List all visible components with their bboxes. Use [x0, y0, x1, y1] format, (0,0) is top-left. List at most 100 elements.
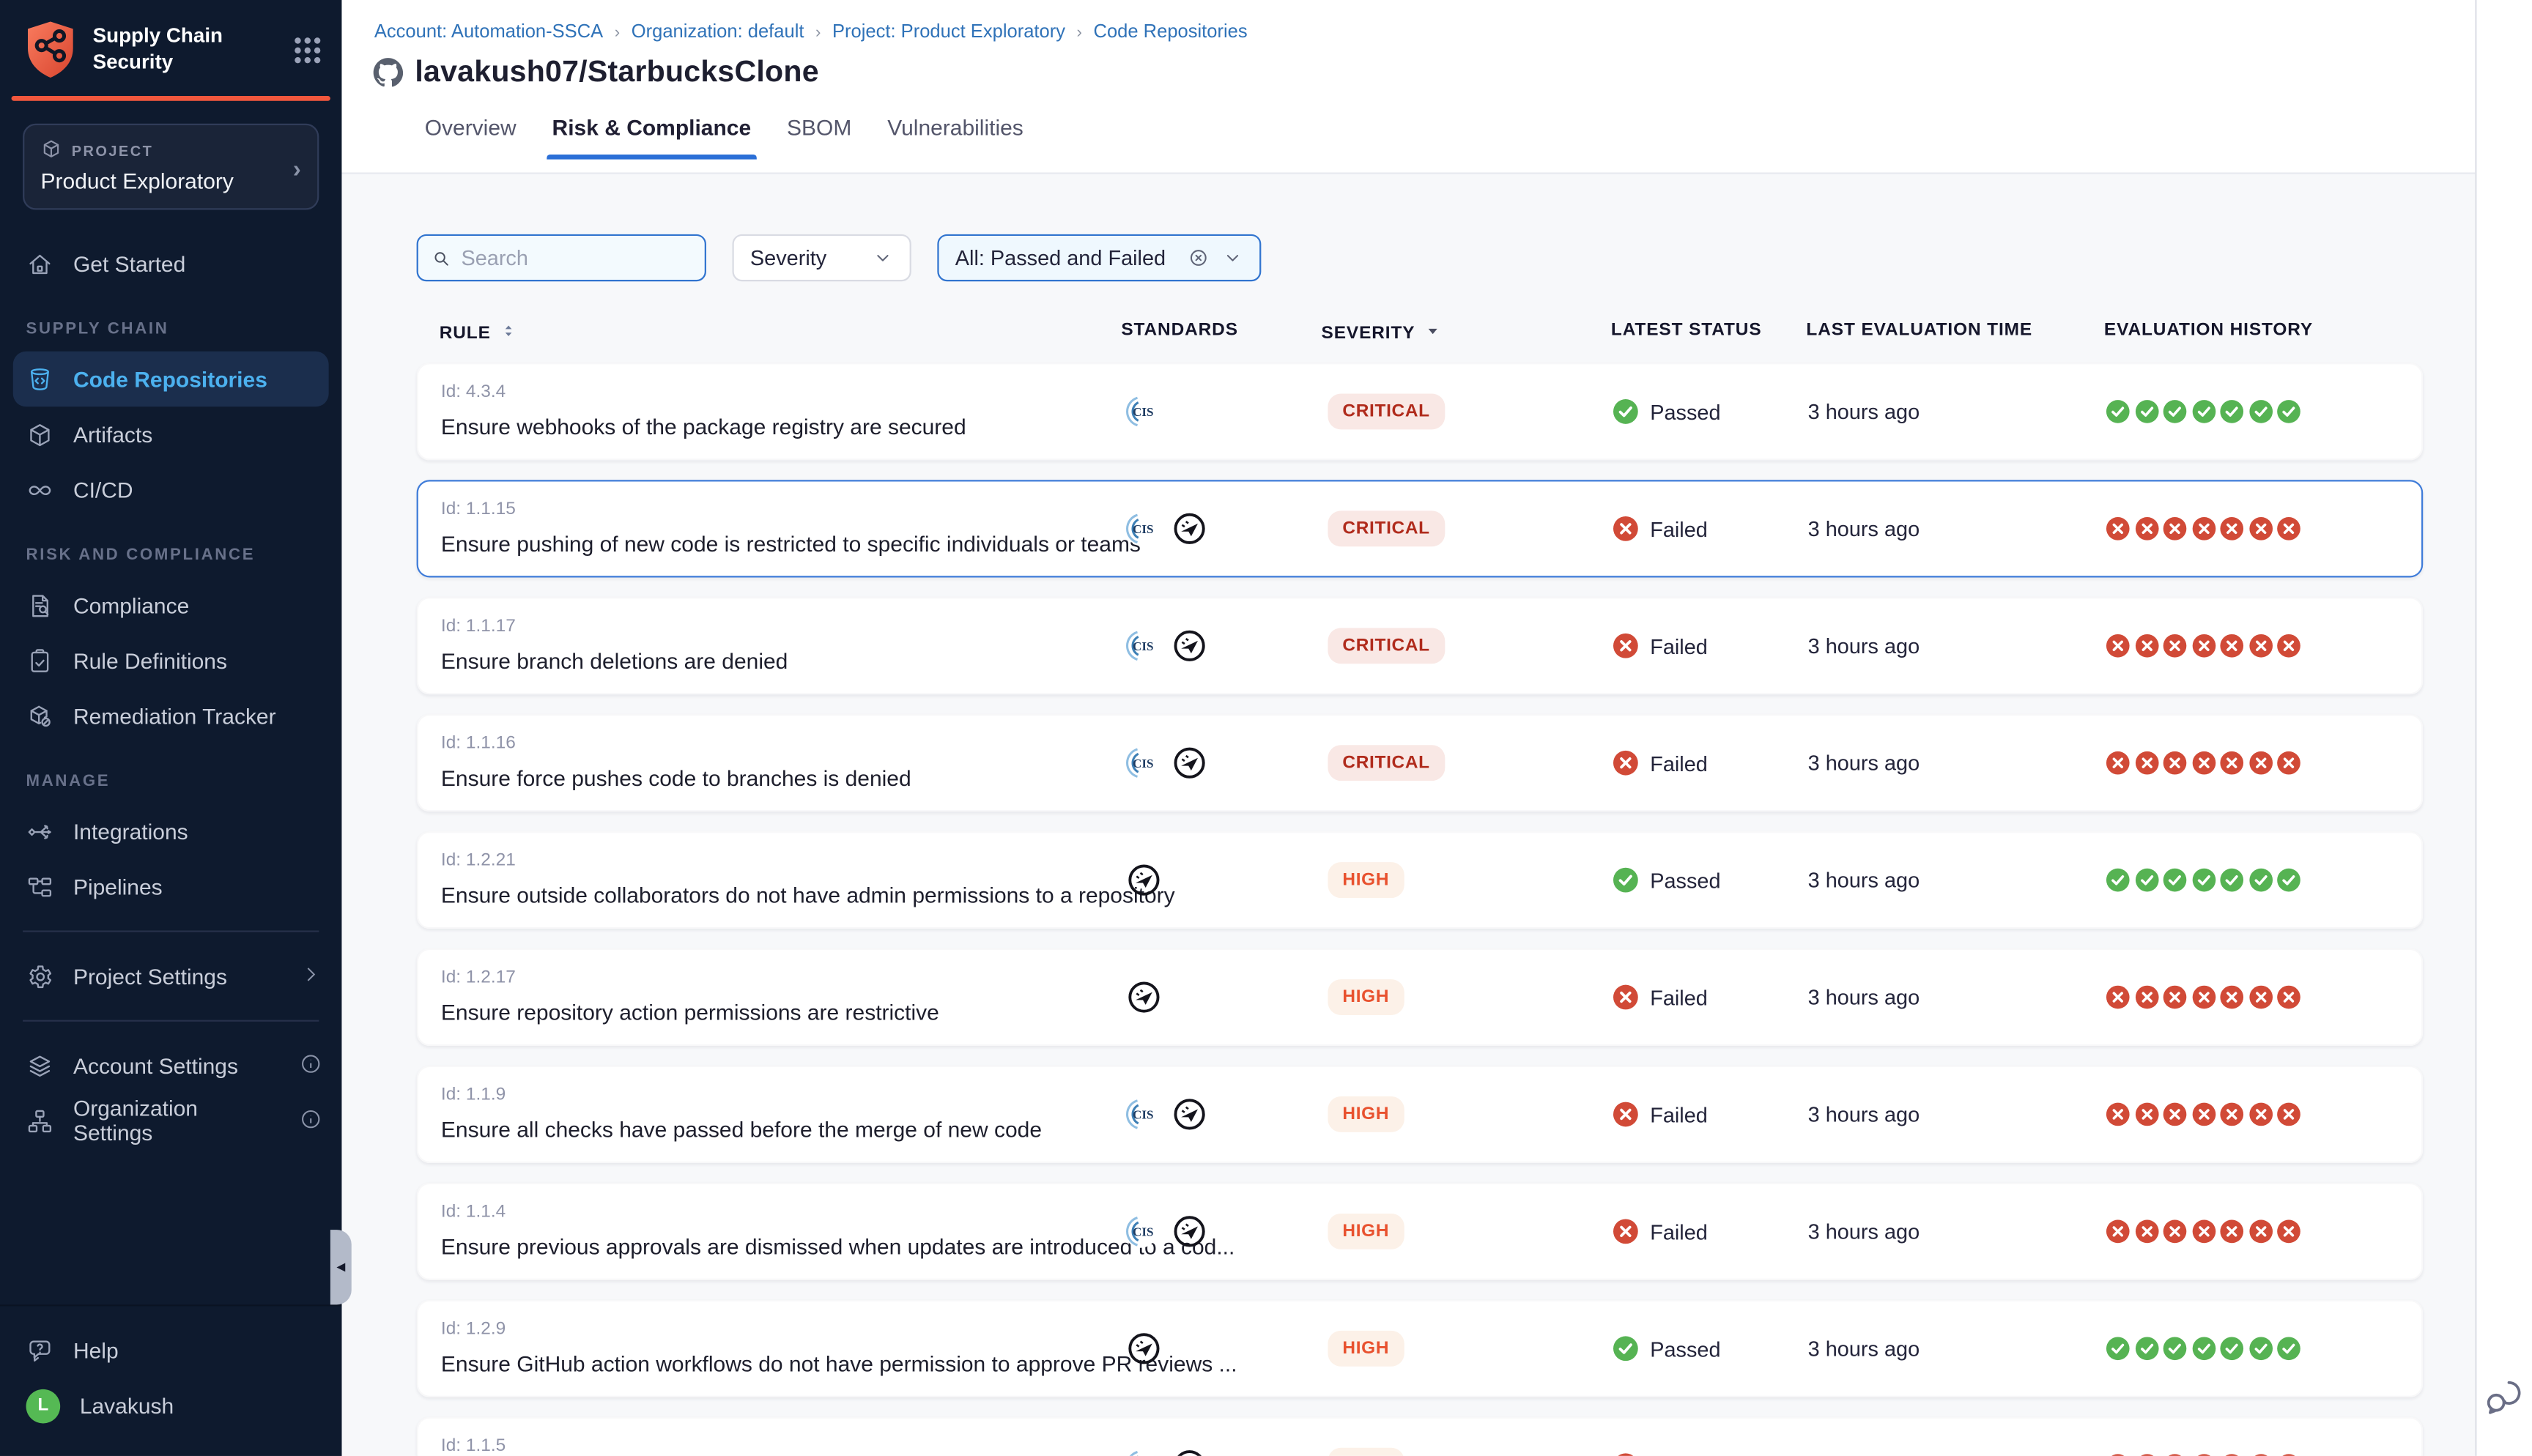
- sidebar-item-project-settings[interactable]: Project Settings: [0, 948, 341, 1004]
- sidebar-item-integrations[interactable]: Integrations: [0, 803, 341, 859]
- breadcrumb-separator-icon: ›: [615, 23, 620, 41]
- app-switcher-icon[interactable]: [293, 35, 322, 64]
- last-evaluation-time: 3 hours ago: [1808, 868, 1920, 892]
- sidebar-item-remediation-tracker[interactable]: Remediation Tracker: [0, 688, 341, 744]
- breadcrumb-link[interactable]: Account: Automation-SSCA: [374, 23, 603, 42]
- sidebar-divider: [23, 1020, 319, 1022]
- tab-risk-compliance[interactable]: Risk & Compliance: [534, 105, 769, 159]
- column-header-standards: STANDARDS: [1121, 321, 1238, 341]
- table-row[interactable]: Id: 1.1.16Ensure force pushes code to br…: [417, 714, 2424, 811]
- table-row[interactable]: Id: 1.1.9Ensure all checks have passed b…: [417, 1066, 2424, 1163]
- sidebar-item-label: Remediation Tracker: [73, 704, 276, 728]
- table-row[interactable]: Id: 1.2.21Ensure outside collaborators d…: [417, 831, 2424, 929]
- sidebar-item-get-started[interactable]: Get Started: [0, 236, 341, 291]
- sidebar-item-label: Code Repositories: [73, 367, 267, 391]
- info-icon: [300, 1107, 322, 1134]
- history-x-icon: [2220, 516, 2244, 541]
- clear-filter-icon[interactable]: [1188, 248, 1210, 269]
- history-x-icon: [2276, 1219, 2300, 1244]
- table-row[interactable]: Id: 1.2.9Ensure GitHub action workflows …: [417, 1300, 2424, 1397]
- history-x-icon: [2248, 1102, 2272, 1126]
- sidebar-section-label: SUPPLY CHAIN: [0, 321, 341, 338]
- history-x-icon: [2163, 751, 2187, 775]
- page-title: lavakush07/StarbucksClone: [415, 53, 818, 89]
- history-check-icon: [2276, 868, 2300, 892]
- history-x-icon: [2163, 1102, 2187, 1126]
- history-x-icon: [2106, 634, 2130, 658]
- openssf-standard-icon: [1171, 510, 1207, 546]
- history-x-icon: [2276, 751, 2300, 775]
- project-selector[interactable]: PROJECT Product Exploratory ›: [23, 124, 319, 210]
- column-header-rule[interactable]: RULE: [440, 321, 519, 347]
- evaluation-history: [2106, 516, 2301, 541]
- sidebar-item-help[interactable]: Help: [0, 1323, 341, 1378]
- main-content: Severity All: Passed and Failed RULE STAN…: [341, 176, 2475, 1456]
- cis-standard-icon: CIS: [1123, 394, 1159, 430]
- sort-icon[interactable]: [497, 321, 519, 347]
- rule-description: Ensure all checks have passed before the…: [441, 1118, 1042, 1142]
- openssf-standard-icon: [1126, 1331, 1162, 1367]
- sidebar-item-compliance[interactable]: Compliance: [0, 577, 341, 633]
- user-menu[interactable]: LLavakush: [0, 1378, 341, 1433]
- breadcrumb-link[interactable]: Code Repositories: [1094, 23, 1248, 42]
- table-row[interactable]: Id: 1.1.15Ensure pushing of new code is …: [417, 480, 2424, 577]
- table-row[interactable]: Id: 4.3.4Ensure webhooks of the package …: [417, 363, 2424, 460]
- history-x-icon: [2191, 516, 2216, 541]
- evaluation-history: [2106, 1102, 2301, 1126]
- tab-sbom[interactable]: SBOM: [769, 105, 870, 159]
- chevron-down-icon: [873, 248, 894, 269]
- tab-vulnerabilities[interactable]: Vulnerabilities: [870, 105, 1041, 159]
- sort-desc-icon[interactable]: [1421, 321, 1443, 347]
- rule-definitions-icon: [26, 647, 54, 675]
- table-row[interactable]: Id: 1.1.4Ensure previous approvals are d…: [417, 1183, 2424, 1280]
- rule-description: Ensure pushing of new code is restricted…: [441, 532, 1141, 556]
- sidebar-item-rule-definitions[interactable]: Rule Definitions: [0, 633, 341, 688]
- status-filter[interactable]: All: Passed and Failed: [937, 234, 1262, 281]
- status-check-icon: [1613, 1336, 1639, 1362]
- table-row[interactable]: Id: 1.1.17Ensure branch deletions are de…: [417, 597, 2424, 694]
- openssf-standard-icon: [1171, 1214, 1207, 1249]
- history-check-icon: [2106, 1337, 2130, 1361]
- box-icon: [26, 420, 54, 448]
- status-label: Failed: [1650, 751, 1708, 775]
- column-header-severity[interactable]: SEVERITY: [1322, 321, 1443, 347]
- remediation-icon: [26, 702, 54, 729]
- sidebar-item-ci-cd[interactable]: CI/CD: [0, 462, 341, 518]
- tab-overview[interactable]: Overview: [407, 105, 534, 159]
- severity-badge: HIGH: [1328, 1096, 1404, 1132]
- history-check-icon: [2220, 399, 2244, 423]
- sidebar: Supply Chain Security PROJECT Product Ex…: [0, 0, 341, 1456]
- sidebar-collapse-handle[interactable]: ◀: [330, 1230, 352, 1304]
- sidebar-item-artifacts[interactable]: Artifacts: [0, 406, 341, 462]
- breadcrumb-link[interactable]: Organization: default: [632, 23, 804, 42]
- history-x-icon: [2276, 634, 2300, 658]
- collapse-arrow-icon: ◀: [336, 1260, 345, 1274]
- history-x-icon: [2248, 634, 2272, 658]
- evaluation-history: [2106, 1219, 2301, 1244]
- table-row[interactable]: Id: 1.2.17Ensure repository action permi…: [417, 948, 2424, 1046]
- breadcrumb-link[interactable]: Project: Product Exploratory: [832, 23, 1065, 42]
- status-label: Failed: [1650, 634, 1708, 658]
- rule-description: Ensure GitHub action workflows do not ha…: [441, 1352, 1237, 1376]
- sidebar-item-label: Compliance: [73, 593, 189, 617]
- sidebar-item-code-repositories[interactable]: Code Repositories: [13, 352, 329, 407]
- search-input[interactable]: [461, 245, 692, 270]
- gear-icon: [26, 962, 54, 990]
- openssf-standard-icon: [1171, 1096, 1207, 1132]
- history-check-icon: [2248, 868, 2272, 892]
- table-body: Id: 4.3.4Ensure webhooks of the package …: [417, 363, 2424, 1456]
- sidebar-item-organization-settings[interactable]: Organization Settings: [0, 1093, 341, 1149]
- history-x-icon: [2191, 1102, 2216, 1126]
- sidebar-item-pipelines[interactable]: Pipelines: [0, 859, 341, 915]
- table-row[interactable]: Id: 1.1.5CISHIGHFailed3 hours ago: [417, 1417, 2424, 1456]
- org-icon: [26, 1107, 54, 1134]
- sidebar-item-account-settings[interactable]: Account Settings: [0, 1038, 341, 1093]
- history-x-icon: [2163, 1454, 2187, 1456]
- severity-badge: CRITICAL: [1328, 628, 1444, 664]
- severity-filter[interactable]: Severity: [732, 234, 911, 281]
- github-icon: [373, 56, 404, 87]
- history-x-icon: [2191, 634, 2216, 658]
- support-chat-icon[interactable]: [2483, 1376, 2525, 1419]
- history-x-icon: [2106, 1102, 2130, 1126]
- history-x-icon: [2134, 1219, 2158, 1244]
